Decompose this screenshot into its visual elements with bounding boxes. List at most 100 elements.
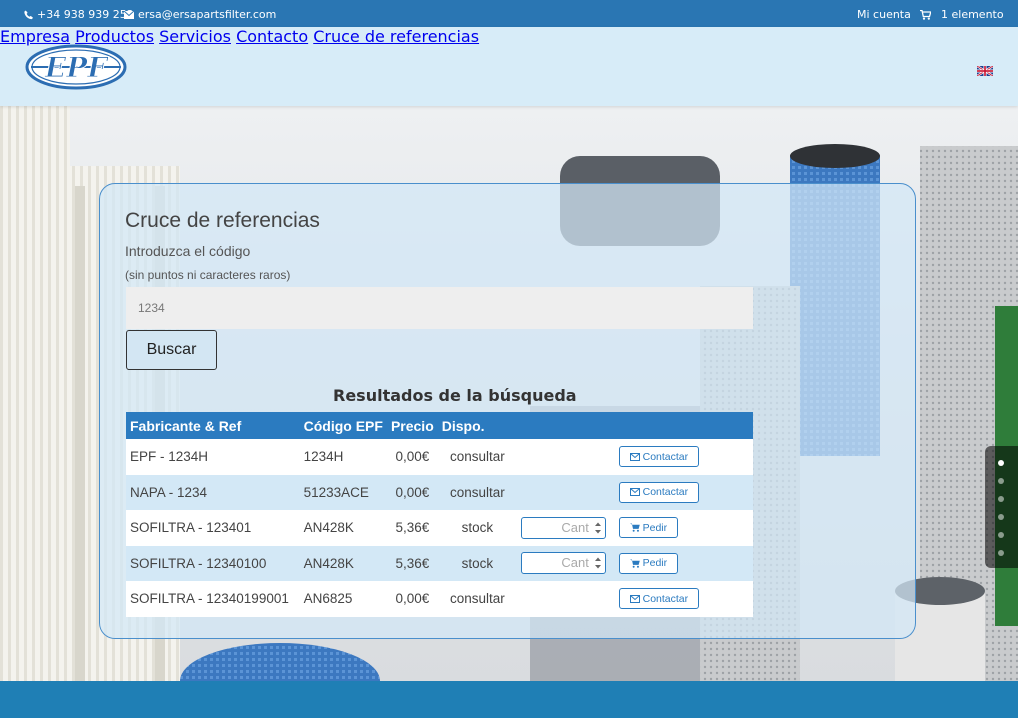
- envelope-icon: [124, 10, 134, 19]
- cell-qty: [516, 439, 615, 475]
- cell-ref: SOFILTRA - 12340199001: [126, 581, 300, 617]
- nav-contacto[interactable]: Contacto: [236, 27, 308, 46]
- contactar-label[interactable]: Contactar: [643, 451, 689, 463]
- my-account-link[interactable]: Mi cuenta: [857, 8, 911, 21]
- table-row: SOFILTRA - 12340199001 AN6825 0,00€ cons…: [126, 581, 753, 617]
- cart-count[interactable]: 1 elemento: [941, 8, 1004, 21]
- table-row: SOFILTRA - 12340100 AN428K 5,36€ stock C…: [126, 545, 753, 581]
- search-button[interactable]: Buscar: [126, 330, 217, 370]
- col-action: [614, 412, 753, 439]
- col-codigo-epf: Código EPF: [299, 412, 387, 439]
- spinner-arrows-icon[interactable]: [594, 556, 602, 570]
- cell-price: 0,00€: [386, 474, 438, 510]
- contactar-label[interactable]: Contactar: [643, 593, 689, 605]
- cell-code: 51233ACE: [299, 474, 387, 510]
- cell-action: Pedir: [614, 510, 753, 546]
- table-header-row: Fabricante & Ref Código EPF Precio Dispo…: [126, 412, 753, 439]
- top-bar: +34 938 939 252 ersa@ersapartsfilter.com…: [0, 0, 1018, 27]
- cell-qty: [516, 474, 615, 510]
- contactar-button[interactable]: Contactar: [618, 446, 700, 468]
- uk-flag-icon[interactable]: [976, 61, 994, 77]
- cell-ref: SOFILTRA - 12340100: [126, 545, 300, 581]
- cell-qty: [516, 581, 615, 617]
- cell-ref: EPF - 1234H: [126, 439, 300, 475]
- reference-cross-panel: Cruce de referencias Introduzca el códig…: [99, 183, 916, 639]
- quantity-placeholder: Cant: [561, 555, 589, 571]
- nav-servicios[interactable]: Servicios: [159, 27, 231, 46]
- phone-contact[interactable]: +34 938 939 252: [24, 8, 134, 21]
- cell-price: 5,36€: [386, 510, 438, 546]
- cell-dispo: consultar: [437, 439, 517, 475]
- epf-logo[interactable]: EPF: [25, 44, 127, 90]
- cell-qty: Cant: [516, 510, 615, 546]
- cell-dispo: stock: [437, 510, 517, 546]
- results-title: Resultados de la búsqueda: [333, 386, 577, 405]
- cell-code: 1234H: [299, 439, 387, 475]
- logo-text: EPF: [44, 51, 109, 84]
- cell-action: Contactar: [614, 581, 753, 617]
- cart-icon: [920, 9, 931, 20]
- col-precio: Precio: [386, 412, 438, 439]
- slider-dot-2[interactable]: [998, 478, 1004, 484]
- col-qty: [516, 412, 615, 439]
- quantity-input[interactable]: Cant: [520, 516, 606, 539]
- cell-dispo: consultar: [437, 581, 517, 617]
- phone-icon: [24, 10, 33, 19]
- my-account-label[interactable]: Mi cuenta: [857, 8, 911, 21]
- pedir-label[interactable]: Pedir: [643, 522, 668, 534]
- phone-number[interactable]: +34 938 939 252: [37, 8, 134, 21]
- envelope-icon: [629, 452, 640, 461]
- slider-dot-3[interactable]: [998, 496, 1004, 502]
- slider-dot-6[interactable]: [998, 550, 1004, 556]
- cell-code: AN428K: [299, 545, 387, 581]
- quantity-placeholder: Cant: [561, 519, 589, 535]
- cell-dispo: consultar: [437, 474, 517, 510]
- cell-qty: Cant: [516, 545, 615, 581]
- envelope-icon: [629, 594, 640, 603]
- nav-cruce-referencias[interactable]: Cruce de referencias: [313, 27, 479, 46]
- cell-code: AN428K: [299, 510, 387, 546]
- cell-ref: NAPA - 1234: [126, 474, 300, 510]
- email-address[interactable]: ersa@ersapartsfilter.com: [138, 8, 276, 21]
- slider-navigation: [985, 446, 1018, 568]
- quantity-input[interactable]: Cant: [520, 552, 606, 575]
- slider-dot-1[interactable]: [998, 460, 1004, 466]
- col-dispo: Dispo.: [437, 412, 517, 439]
- cell-code: AN6825: [299, 581, 387, 617]
- results-table: Fabricante & Ref Código EPF Precio Dispo…: [126, 412, 753, 617]
- panel-title: Cruce de referencias: [125, 209, 320, 232]
- panel-note: (sin puntos ni caracteres raros): [125, 268, 291, 282]
- contactar-button[interactable]: Contactar: [618, 481, 700, 503]
- table-row: NAPA - 1234 51233ACE 0,00€ consultar Con…: [126, 474, 753, 510]
- pedir-label[interactable]: Pedir: [643, 557, 668, 569]
- cell-price: 0,00€: [386, 581, 438, 617]
- panel-subtitle: Introduzca el código: [125, 243, 251, 259]
- slider-dot-4[interactable]: [998, 514, 1004, 520]
- table-row: SOFILTRA - 123401 AN428K 5,36€ stock Can…: [126, 510, 753, 546]
- cell-action: Contactar: [614, 439, 753, 475]
- spinner-arrows-icon[interactable]: [594, 521, 602, 535]
- col-fabricante: Fabricante & Ref: [126, 412, 300, 439]
- pedir-button[interactable]: Pedir: [618, 552, 679, 574]
- contactar-label[interactable]: Contactar: [643, 486, 689, 498]
- pedir-button[interactable]: Pedir: [618, 517, 679, 539]
- cell-dispo: stock: [437, 545, 517, 581]
- main-nav: Empresa Productos Servicios Contacto Cru…: [0, 27, 1018, 46]
- contactar-button[interactable]: Contactar: [618, 588, 700, 610]
- cell-action: Contactar: [614, 474, 753, 510]
- cart-link[interactable]: 1 elemento: [920, 8, 1004, 21]
- cart-icon: [629, 559, 640, 568]
- code-search-input[interactable]: [126, 287, 753, 329]
- cell-ref: SOFILTRA - 123401: [126, 510, 300, 546]
- site-header: EPF Empresa Productos Servicios Contacto…: [0, 27, 1018, 106]
- envelope-icon: [629, 488, 640, 497]
- cell-price: 0,00€: [386, 439, 438, 475]
- email-contact[interactable]: ersa@ersapartsfilter.com: [124, 8, 276, 21]
- table-row: EPF - 1234H 1234H 0,00€ consultar Contac…: [126, 439, 753, 475]
- footer-band: [0, 681, 1018, 718]
- slider-dot-5[interactable]: [998, 532, 1004, 538]
- cart-icon: [629, 523, 640, 532]
- cell-price: 5,36€: [386, 545, 438, 581]
- hero-section: Cruce de referencias Introduzca el códig…: [0, 106, 1018, 681]
- cell-action: Pedir: [614, 545, 753, 581]
